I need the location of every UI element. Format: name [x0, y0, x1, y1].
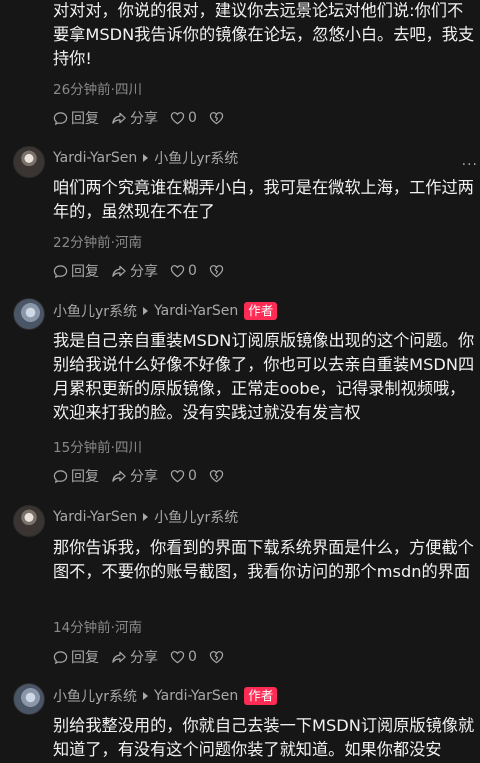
share-button[interactable]: 分享 — [111, 647, 158, 667]
share-icon — [112, 651, 126, 663]
reply-icon — [53, 264, 68, 278]
comment-header: 小鱼儿yr系统 Yardi-YarSen 作者 — [53, 686, 278, 706]
reply-arrow-icon — [143, 692, 149, 700]
comment-time-location: 26分钟前·四川 — [53, 82, 142, 98]
comment-actions: 回复 分享 0 — [53, 466, 236, 486]
comment-text: 我是自己亲自重装MSDN订阅原版镜像出现的这个问题。你别给我说什么好像不好像了，… — [53, 331, 475, 422]
broken-heart-icon — [209, 470, 224, 483]
reply-arrow-icon — [143, 307, 149, 315]
like-button[interactable]: 0 — [170, 468, 197, 484]
share-button[interactable]: 分享 — [111, 261, 158, 281]
share-button[interactable]: 分享 — [111, 466, 158, 486]
reply-button[interactable]: 回复 — [53, 261, 99, 281]
reply-label: 回复 — [71, 469, 99, 485]
author-badge: 作者 — [244, 302, 278, 320]
reply-arrow-icon — [143, 513, 149, 521]
share-label: 分享 — [130, 264, 158, 280]
comment-time-location: 22分钟前·河南 — [53, 235, 142, 251]
reply-button[interactable]: 回复 — [53, 647, 99, 667]
reply-arrow-icon — [143, 154, 149, 162]
heart-icon — [170, 651, 185, 664]
comment-text: 那你告诉我，你看到的界面下载系统界面是什么，方便截个图不，不要你的账号截图，我看… — [53, 538, 474, 581]
share-label: 分享 — [130, 650, 158, 666]
dislike-button[interactable] — [209, 264, 224, 278]
heart-icon — [170, 265, 185, 278]
avatar[interactable] — [13, 146, 45, 178]
like-count: 0 — [188, 649, 197, 665]
comment-text: 别给我整没用的，你就自己去装一下MSDN订阅原版镜像就知道了，有没有这个问题你装… — [53, 716, 475, 759]
avatar[interactable] — [13, 683, 45, 715]
broken-heart-icon — [209, 112, 224, 125]
comment-header: Yardi-YarSen 小鱼儿yr系统 — [53, 148, 238, 168]
comment-header: 小鱼儿yr系统 Yardi-YarSen 作者 — [53, 301, 278, 321]
reply-to-name[interactable]: 小鱼儿yr系统 — [154, 507, 238, 527]
like-count: 0 — [188, 263, 197, 279]
reply-label: 回复 — [71, 264, 99, 280]
reply-icon — [53, 111, 68, 125]
dislike-button[interactable] — [209, 469, 224, 483]
share-icon — [112, 470, 126, 482]
reply-to-name[interactable]: Yardi-YarSen — [154, 303, 238, 319]
author-badge: 作者 — [244, 687, 278, 705]
reply-button[interactable]: 回复 — [53, 108, 99, 128]
comment-actions: 回复 分享 0 — [53, 108, 236, 128]
like-button[interactable]: 0 — [170, 263, 197, 279]
comment-actions: 回复 分享 0 — [53, 647, 236, 667]
reply-to-name[interactable]: Yardi-YarSen — [154, 688, 238, 704]
avatar[interactable] — [13, 505, 45, 537]
like-count: 0 — [188, 468, 197, 484]
share-label: 分享 — [130, 469, 158, 485]
share-icon — [112, 265, 126, 277]
dislike-button[interactable] — [209, 650, 224, 664]
reply-icon — [53, 469, 68, 483]
heart-icon — [170, 112, 185, 125]
reply-to-name[interactable]: 小鱼儿yr系统 — [154, 148, 238, 168]
author-name[interactable]: Yardi-YarSen — [53, 150, 137, 166]
like-count: 0 — [188, 110, 197, 126]
comment-text: 对对对，你说的很对，建议你去远景论坛对他们说:你们不要拿MSDN我告诉你的镜像在… — [53, 1, 475, 68]
author-name[interactable]: Yardi-YarSen — [53, 509, 137, 525]
avatar[interactable] — [13, 298, 45, 330]
more-options-icon[interactable]: ··· — [462, 157, 478, 173]
share-button[interactable]: 分享 — [111, 108, 158, 128]
comment-time-location: 15分钟前·四川 — [53, 440, 142, 456]
share-label: 分享 — [130, 111, 158, 127]
dislike-button[interactable] — [209, 111, 224, 125]
comment-time-location: 14分钟前·河南 — [53, 620, 142, 636]
comment-header: Yardi-YarSen 小鱼儿yr系统 — [53, 507, 238, 527]
broken-heart-icon — [209, 265, 224, 278]
heart-icon — [170, 470, 185, 483]
share-icon — [112, 112, 126, 124]
broken-heart-icon — [209, 651, 224, 664]
reply-label: 回复 — [71, 650, 99, 666]
like-button[interactable]: 0 — [170, 649, 197, 665]
reply-button[interactable]: 回复 — [53, 466, 99, 486]
comment-text: 咱们两个究竟谁在糊弄小白，我可是在微软上海，工作过两年的，虽然现在不在了 — [53, 178, 474, 221]
comment-actions: 回复 分享 0 — [53, 261, 236, 281]
like-button[interactable]: 0 — [170, 110, 197, 126]
reply-icon — [53, 650, 68, 664]
author-name[interactable]: 小鱼儿yr系统 — [53, 686, 137, 706]
author-name[interactable]: 小鱼儿yr系统 — [53, 301, 137, 321]
reply-label: 回复 — [71, 111, 99, 127]
